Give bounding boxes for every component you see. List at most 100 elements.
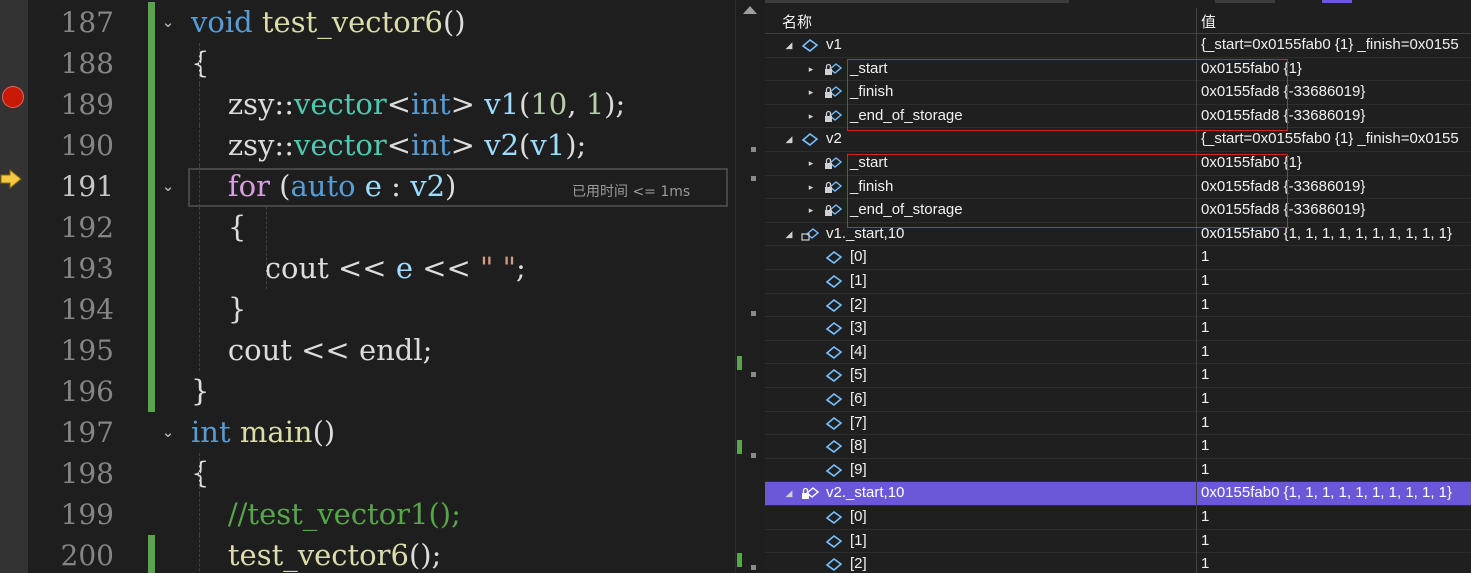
watch-value[interactable]: 1 [1201, 390, 1209, 407]
code-text[interactable]: cout << endl; [191, 330, 433, 371]
line-number[interactable]: 193 [28, 248, 114, 289]
code-text[interactable]: //test_vector1(); [191, 494, 461, 535]
line-number[interactable]: 200 [28, 535, 114, 573]
watch-row[interactable]: [9] 1 [765, 459, 1471, 483]
code-text[interactable]: } [191, 371, 209, 412]
line-number[interactable]: 196 [28, 371, 114, 412]
watch-name[interactable]: [0] [850, 508, 867, 525]
line-number[interactable]: 194 [28, 289, 114, 330]
line-number[interactable]: 189 [28, 84, 114, 125]
watch-name[interactable]: [1] [850, 272, 867, 289]
watch-value[interactable]: 1 [1201, 248, 1209, 265]
watch-name[interactable]: [2] [850, 555, 867, 572]
code-line-188[interactable]: 188 { [0, 43, 735, 84]
line-number[interactable]: 190 [28, 125, 114, 166]
line-number[interactable]: 197 [28, 412, 114, 453]
watch-value[interactable]: {_start=0x0155fab0 {1} _finish=0x0155 [1201, 36, 1459, 53]
watch-row[interactable]: [0] 1 [765, 506, 1471, 530]
code-text[interactable]: { [191, 453, 209, 494]
watch-window[interactable]: 名称 值 ◢ v1 {_start=0x0155fab0 {1} _finish=0… [765, 0, 1471, 573]
collapse-triangle-icon[interactable]: ◢ [783, 225, 795, 243]
fold-chevron-icon[interactable]: ⌄ [160, 422, 176, 442]
value-column-header[interactable]: 值 [1201, 11, 1216, 32]
watch-value[interactable]: 1 [1201, 555, 1209, 572]
code-editor[interactable]: 187 ⌄ void test_vector6() 188{189 zsy::vect… [0, 0, 765, 573]
watch-name[interactable]: [8] [850, 437, 867, 454]
code-line-193[interactable]: 193 cout << e << " "; [0, 248, 735, 289]
watch-row[interactable]: [4] 1 [765, 341, 1471, 365]
scroll-up-arrow-icon[interactable] [743, 6, 757, 14]
code-text[interactable]: void test_vector6() [191, 2, 466, 43]
code-line-189[interactable]: 189 zsy::vector<int> v1(10, 1); [0, 84, 735, 125]
collapse-triangle-icon[interactable]: ◢ [783, 36, 795, 54]
line-number[interactable]: 199 [28, 494, 114, 535]
code-line-199[interactable]: 199 //test_vector1(); [0, 494, 735, 535]
watch-value[interactable]: 1 [1201, 508, 1209, 525]
line-number[interactable]: 191 [28, 166, 114, 207]
fold-chevron-icon[interactable]: ⌄ [160, 12, 176, 32]
watch-value[interactable]: 1 [1201, 319, 1209, 336]
watch-name[interactable]: [2] [850, 296, 867, 313]
perf-tip[interactable]: 已用时间 <= 1ms [572, 181, 690, 201]
fold-chevron-icon[interactable]: ⌄ [160, 176, 176, 196]
expand-triangle-icon[interactable]: ▸ [805, 60, 817, 78]
watch-row[interactable]: [2] 1 [765, 553, 1471, 573]
code-line-200[interactable]: 200 test_vector6(); [0, 535, 735, 573]
watch-row[interactable]: [5] 1 [765, 364, 1471, 388]
expand-triangle-icon[interactable]: ▸ [805, 201, 817, 219]
code-line-197[interactable]: 197 ⌄ int main() [0, 412, 735, 453]
watch-value[interactable]: 0x0155fab0 {1, 1, 1, 1, 1, 1, 1, 1, 1, 1… [1201, 484, 1452, 501]
watch-row[interactable]: ◢ v2 {_start=0x0155fab0 {1} _finish=0x0155 [765, 128, 1471, 152]
line-number[interactable]: 192 [28, 207, 114, 248]
collapse-triangle-icon[interactable]: ◢ [783, 130, 795, 148]
watch-value[interactable]: 1 [1201, 343, 1209, 360]
expand-triangle-icon[interactable]: ▸ [805, 83, 817, 101]
expand-triangle-icon[interactable]: ▸ [805, 178, 817, 196]
watch-value[interactable]: 1 [1201, 437, 1209, 454]
line-number[interactable]: 195 [28, 330, 114, 371]
watch-name[interactable]: [6] [850, 390, 867, 407]
watch-row[interactable]: [7] 1 [765, 412, 1471, 436]
watch-name[interactable]: [9] [850, 461, 867, 478]
watch-name[interactable]: [4] [850, 343, 867, 360]
code-text[interactable]: test_vector6(); [191, 535, 441, 573]
watch-row[interactable]: [0] 1 [765, 246, 1471, 270]
line-number[interactable]: 187 [28, 2, 114, 43]
watch-value[interactable]: {_start=0x0155fab0 {1} _finish=0x0155 [1201, 130, 1459, 147]
watch-value[interactable]: 1 [1201, 272, 1209, 289]
code-line-198[interactable]: 198 { [0, 453, 735, 494]
code-line-195[interactable]: 195 cout << endl; [0, 330, 735, 371]
line-number[interactable]: 198 [28, 453, 114, 494]
code-line-187[interactable]: 187 ⌄ void test_vector6() [0, 2, 735, 43]
watch-name[interactable]: [1] [850, 532, 867, 549]
watch-row[interactable]: [8] 1 [765, 435, 1471, 459]
watch-name[interactable]: v2 [826, 130, 842, 147]
line-number[interactable]: 188 [28, 43, 114, 84]
collapse-triangle-icon[interactable]: ◢ [783, 484, 795, 502]
watch-name[interactable]: v1 [826, 36, 842, 53]
expand-triangle-icon[interactable]: ▸ [805, 154, 817, 172]
watch-value[interactable]: 1 [1201, 366, 1209, 383]
watch-value[interactable]: 1 [1201, 532, 1209, 549]
name-column-header[interactable]: 名称 [782, 11, 812, 32]
watch-name[interactable]: v2._start,10 [826, 484, 904, 501]
code-text[interactable]: zsy::vector<int> v2(v1); [191, 125, 586, 166]
watch-row[interactable]: [1] 1 [765, 530, 1471, 554]
watch-value[interactable]: 1 [1201, 461, 1209, 478]
watch-value[interactable]: 1 [1201, 414, 1209, 431]
expand-triangle-icon[interactable]: ▸ [805, 107, 817, 125]
watch-row[interactable]: [2] 1 [765, 294, 1471, 318]
code-text[interactable]: { [191, 43, 209, 84]
code-line-196[interactable]: 196} [0, 371, 735, 412]
watch-row[interactable]: [6] 1 [765, 388, 1471, 412]
code-text[interactable]: cout << e << " "; [191, 248, 526, 289]
watch-value[interactable]: 1 [1201, 296, 1209, 313]
watch-name[interactable]: [3] [850, 319, 867, 336]
code-text[interactable]: zsy::vector<int> v1(10, 1); [191, 84, 625, 125]
code-line-194[interactable]: 194 } [0, 289, 735, 330]
watch-row[interactable]: [1] 1 [765, 270, 1471, 294]
watch-row[interactable]: [3] 1 [765, 317, 1471, 341]
editor-scrollbar[interactable] [735, 0, 765, 573]
watch-row[interactable]: ◢ v2._start,10 0x0155fab0 {1, 1, 1, 1, 1, … [765, 482, 1471, 506]
code-text[interactable]: int main() [191, 412, 335, 453]
